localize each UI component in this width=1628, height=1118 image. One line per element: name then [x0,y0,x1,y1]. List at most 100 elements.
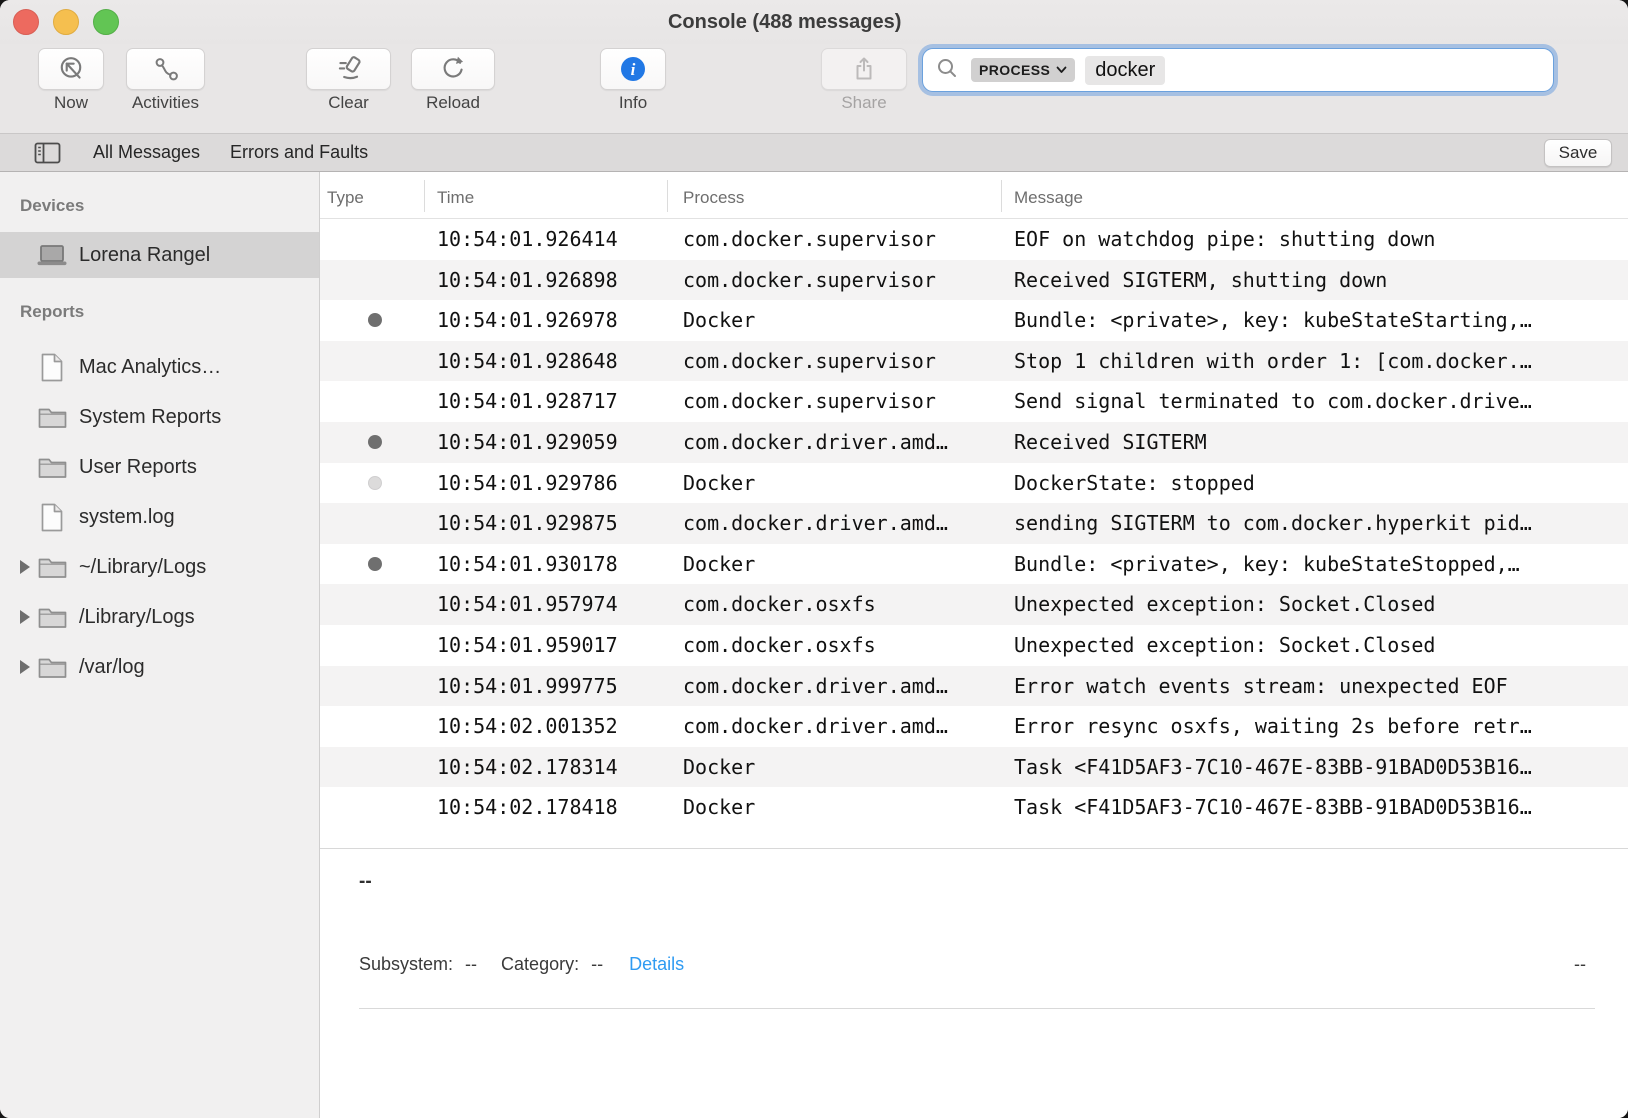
log-row[interactable]: 10:54:01.926978DockerBundle: <private>, … [320,300,1628,341]
sidebar-item-var-log[interactable]: /var/log [0,642,319,692]
log-row[interactable]: 10:54:02.001352com.docker.driver.amd…Err… [320,706,1628,747]
tab-errors-and-faults[interactable]: Errors and Faults [230,142,368,163]
search-input[interactable]: docker [1085,56,1165,85]
column-divider [424,180,425,212]
search-scope-label: PROCESS [979,62,1050,78]
log-message: Task <F41D5AF3-7C10-467E-83BB-91BAD0D53B… [1014,747,1624,788]
log-row[interactable]: 10:54:01.926414com.docker.supervisorEOF … [320,219,1628,260]
log-message: Error resync osxfs, waiting 2s before re… [1014,706,1624,747]
log-row[interactable]: 10:54:01.929059 com.docker.driver.amd… Rec… [320,422,1628,463]
log-process: com.docker.osxfs [683,584,876,625]
log-message: Unexpected exception: Socket.Closed [1014,625,1624,666]
sidebar-item-label: User Reports [79,456,197,479]
log-process: com.docker.driver.amd… [683,666,948,707]
log-time: 10:54:01.999775 [437,666,618,707]
sidebar: Devices Lorena Rangel Reports Mac Analytics… [0,172,320,1118]
log-message: Bundle: <private>, key: kubeStateStopped… [1014,544,1624,585]
log-row[interactable]: 10:54:01.928717com.docker.supervisorSend… [320,381,1628,422]
log-time: 10:54:01.929875 [437,503,618,544]
disclosure-triangle-icon [14,248,36,262]
sidebar-item-library-logs[interactable]: ~/Library/Logs [0,542,319,592]
log-time: 10:54:01.928717 [437,381,618,422]
log-message: Unexpected exception: Socket.Closed [1014,584,1624,625]
search-field[interactable]: PROCESS docker [922,48,1554,92]
log-row[interactable]: 10:54:01.930178DockerBundle: <private>, … [320,544,1628,585]
sidebar-item-library-logs[interactable]: /Library/Logs [0,592,319,642]
sidebar-toggle-button[interactable] [34,141,61,165]
minimize-button[interactable] [53,9,79,35]
log-time: 10:54:01.929786 [437,463,618,504]
disclosure-triangle-icon[interactable] [14,660,36,674]
column-header-type: Type [327,172,364,224]
reload-button[interactable] [411,48,495,90]
sidebar-item-system-reports[interactable]: System Reports [0,392,319,442]
disclosure-triangle-icon[interactable] [14,560,36,574]
zoom-button[interactable] [93,9,119,35]
share-button[interactable] [821,48,907,90]
detail-meta: Subsystem:--Category:--Details [359,954,684,975]
log-row[interactable]: 10:54:02.178418DockerTask <F41D5AF3-7C10… [320,787,1628,828]
now-button[interactable] [38,48,104,90]
search-scope-token[interactable]: PROCESS [971,58,1075,82]
log-process: com.docker.driver.amd… [683,706,948,747]
traffic-lights [13,9,119,35]
sidebar-section-header: Devices [0,188,319,224]
category-label: Category: [501,954,579,974]
folder-icon [36,456,68,479]
log-time: 10:54:01.930178 [437,544,618,585]
clear-button[interactable] [306,48,391,90]
log-message: Received SIGTERM, shutting down [1014,260,1624,301]
sidebar-item-system-log[interactable]: system.log [0,492,319,542]
log-time: 10:54:01.926978 [437,300,618,341]
log-row[interactable]: 10:54:02.178314DockerTask <F41D5AF3-7C10… [320,747,1628,788]
folder-icon [36,556,68,579]
details-link[interactable]: Details [629,954,684,974]
column-divider [1001,180,1002,212]
info-button[interactable]: i [600,48,666,90]
sidebar-section-header: Reports [0,294,319,330]
log-level-dot [368,476,382,490]
log-row[interactable]: 10:54:01.957974com.docker.osxfsUnexpecte… [320,584,1628,625]
now-label: Now [38,93,104,113]
log-time: 10:54:01.926414 [437,219,618,260]
log-row[interactable]: 10:54:01.929875 com.docker.driver.amd… sen… [320,503,1628,544]
log-process: com.docker.driver.amd… [683,503,948,544]
save-button[interactable]: Save [1544,139,1612,167]
chevron-down-icon [1056,66,1067,74]
log-row[interactable]: 10:54:01.959017com.docker.osxfsUnexpecte… [320,625,1628,666]
activities-label: Activities [126,93,205,113]
detail-divider [359,1008,1595,1009]
close-button[interactable] [13,9,39,35]
log-process: Docker [683,787,755,828]
log-row[interactable]: 10:54:01.926898com.docker.supervisorRece… [320,260,1628,301]
log-message: DockerState: stopped [1014,463,1624,504]
tab-all-messages[interactable]: All Messages [93,142,200,163]
log-message: sending SIGTERM to com.docker.hyperkit p… [1014,503,1624,544]
activities-button[interactable] [126,48,205,90]
sidebar-item-label: Lorena Rangel [79,244,210,267]
log-message: EOF on watchdog pipe: shutting down [1014,219,1624,260]
log-time: 10:54:01.928648 [437,341,618,382]
share-label: Share [821,93,907,113]
sidebar-item-label: /var/log [79,656,145,679]
log-process: com.docker.driver.amd… [683,422,948,463]
disclosure-triangle-icon [14,460,36,474]
log-message: Received SIGTERM [1014,422,1624,463]
log-time: 10:54:01.929059 [437,422,618,463]
log-level-dot [368,435,382,449]
disclosure-triangle-icon[interactable] [14,610,36,624]
disclosure-triangle-icon [14,510,36,524]
activities-icon [127,54,204,84]
log-row[interactable]: 10:54:01.929786DockerDockerState: stoppe… [320,463,1628,504]
sidebar-item-user-reports[interactable]: User Reports [0,442,319,492]
sidebar-item-label: system.log [79,506,175,529]
log-row[interactable]: 10:54:01.999775com.docker.driver.amd…Err… [320,666,1628,707]
log-row[interactable]: 10:54:01.928648com.docker.supervisorStop… [320,341,1628,382]
log-time: 10:54:01.926898 [437,260,618,301]
subsystem-value: -- [465,954,477,974]
sidebar-item-lorena-rangel[interactable]: Lorena Rangel [0,232,319,278]
info-icon: i [601,55,665,83]
sidebar-item-mac-analytics[interactable]: Mac Analytics… [0,342,319,392]
log-level-dot [368,313,382,327]
sidebar-item-label: ~/Library/Logs [79,556,206,579]
